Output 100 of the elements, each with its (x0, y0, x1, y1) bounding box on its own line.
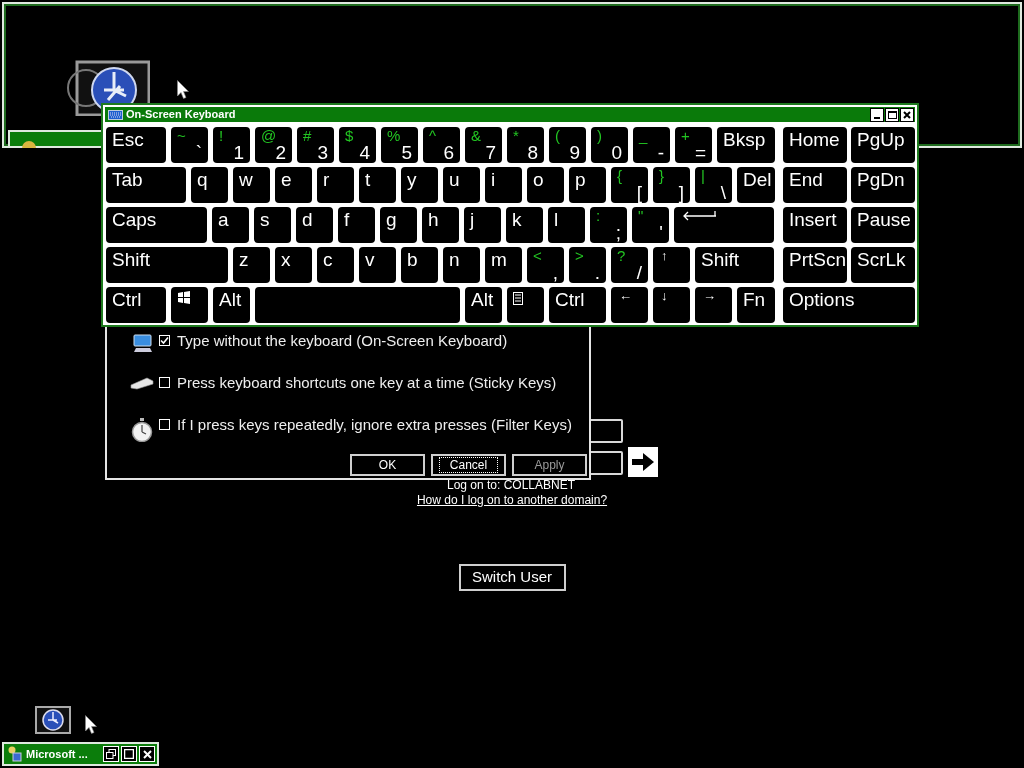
keyboard-key[interactable]: End (783, 167, 847, 203)
keyboard-key[interactable]: : ; (590, 207, 627, 243)
keyboard-key[interactable]: > . (569, 247, 606, 283)
maximize-icon[interactable] (121, 746, 137, 762)
keyboard-key[interactable] (674, 207, 774, 243)
keyboard-key[interactable]: % 5 (381, 127, 418, 163)
keyboard-key[interactable]: ( 9 (549, 127, 586, 163)
taskbar-title: Microsoft ... (26, 746, 88, 762)
keyboard-key[interactable]: < , (527, 247, 564, 283)
keyboard-key[interactable]: ! 1 (213, 127, 250, 163)
maximize-button[interactable] (885, 107, 899, 122)
checkbox[interactable] (159, 419, 170, 430)
keyboard-key[interactable]: p (569, 167, 606, 203)
minimize-button[interactable] (870, 107, 884, 122)
keyboard-key[interactable]: h (422, 207, 459, 243)
domain-help-link[interactable]: How do I log on to another domain? (416, 493, 608, 508)
keyboard-key[interactable]: i (485, 167, 522, 203)
keyboard-key[interactable]: _ - (633, 127, 670, 163)
keyboard-key[interactable]: Ctrl (549, 287, 606, 323)
keyboard-key[interactable] (171, 287, 208, 323)
keyboard-key[interactable]: n (443, 247, 480, 283)
keyboard-key[interactable]: Alt (465, 287, 502, 323)
keyboard-key[interactable]: s (254, 207, 291, 243)
keyboard-key[interactable]: e (275, 167, 312, 203)
keyboard-key[interactable]: → (695, 287, 732, 323)
keyboard-key[interactable]: x (275, 247, 312, 283)
keyboard-icon (108, 109, 123, 120)
keyboard-key[interactable]: Caps (106, 207, 207, 243)
keyboard-key[interactable]: k (506, 207, 543, 243)
keyboard-key[interactable]: o (527, 167, 564, 203)
checkbox[interactable] (159, 377, 170, 388)
keyboard-key[interactable]: t (359, 167, 396, 203)
keyboard-key[interactable]: l (548, 207, 585, 243)
keyboard-key[interactable]: q (191, 167, 228, 203)
keyboard-key[interactable]: Esc (106, 127, 166, 163)
keyboard-key[interactable]: Home (783, 127, 847, 163)
keyboard-key[interactable]: Fn (737, 287, 775, 323)
keyboard-key[interactable]: Del (737, 167, 775, 203)
keyboard-key[interactable]: ~ ` (171, 127, 208, 163)
keyboard-key[interactable]: @ 2 (255, 127, 292, 163)
dialog-button[interactable]: Cancel (431, 454, 506, 476)
stopwatch-icon (131, 418, 153, 442)
keyboard-key[interactable]: $ 4 (339, 127, 376, 163)
keyboard-key[interactable]: y (401, 167, 438, 203)
switch-user-button[interactable]: Switch User (458, 564, 566, 591)
keyboard-key[interactable]: PrtScn (783, 247, 847, 283)
keyboard-key[interactable]: d (296, 207, 333, 243)
keyboard-key[interactable]: PgUp (851, 127, 915, 163)
maximize-icon (887, 110, 897, 119)
keyboard-key[interactable]: r (317, 167, 354, 203)
computer-icon (131, 334, 153, 354)
option-label[interactable]: Press keyboard shortcuts one key at a time (Sticky Keys) (177, 374, 557, 392)
keyboard-key[interactable]: ^ 6 (423, 127, 460, 163)
keyboard-key[interactable]: ↑ (653, 247, 690, 283)
keyboard-key[interactable]: ← (611, 287, 648, 323)
keyboard-key[interactable]: | \ (695, 167, 732, 203)
keyboard-key[interactable]: Tab (106, 167, 186, 203)
restore-icon[interactable] (103, 746, 119, 762)
keyboard-key[interactable]: Options (783, 287, 915, 323)
keyboard-key[interactable]: v (359, 247, 396, 283)
keyboard-key[interactable]: Bksp (717, 127, 775, 163)
keyboard-key[interactable]: } ] (653, 167, 690, 203)
keyboard-key[interactable]: ↓ (653, 287, 690, 323)
keyboard-key[interactable]: Insert (783, 207, 847, 243)
keyboard-key[interactable]: & 7 (465, 127, 502, 163)
keyboard-key[interactable]: Ctrl (106, 287, 166, 323)
mouse-cursor-icon (177, 80, 189, 99)
dialog-button[interactable]: OK (350, 454, 425, 476)
keyboard-key[interactable]: Pause (851, 207, 915, 243)
keyboard-key[interactable]: + = (675, 127, 712, 163)
keyboard-key[interactable] (507, 287, 544, 323)
close-icon[interactable] (139, 746, 155, 762)
keyboard-key[interactable]: Alt (213, 287, 250, 323)
keyboard-key[interactable]: a (212, 207, 249, 243)
keyboard-key[interactable]: m (485, 247, 522, 283)
keyboard-key[interactable]: z (233, 247, 270, 283)
option-label[interactable]: If I press keys repeatedly, ignore extra presses (Filter Keys) (177, 416, 572, 434)
keyboard-key[interactable]: w (233, 167, 270, 203)
keyboard-key[interactable]: ScrLk (851, 247, 915, 283)
keyboard-key[interactable]: b (401, 247, 438, 283)
option-label[interactable]: Type without the keyboard (On-Screen Keyboard) (177, 332, 508, 350)
close-button[interactable] (900, 107, 914, 122)
keyboard-key[interactable]: u (443, 167, 480, 203)
keyboard-key[interactable]: { [ (611, 167, 648, 203)
keyboard-key[interactable]: g (380, 207, 417, 243)
keyboard-key[interactable]: j (464, 207, 501, 243)
keyboard-key[interactable]: f (338, 207, 375, 243)
keyboard-key[interactable]: Shift (695, 247, 774, 283)
keyboard-key[interactable]: * 8 (507, 127, 544, 163)
keyboard-key[interactable]: ) 0 (591, 127, 628, 163)
keyboard-key[interactable]: ? / (611, 247, 648, 283)
window-title: On-Screen Keyboard (126, 109, 236, 120)
keyboard-key[interactable]: " ' (632, 207, 669, 243)
keyboard-key[interactable]: c (317, 247, 354, 283)
keyboard-key[interactable]: # 3 (297, 127, 334, 163)
checkbox[interactable] (159, 335, 170, 346)
taskbar-button[interactable]: Microsoft ... (2, 742, 159, 766)
keyboard-key[interactable]: PgDn (851, 167, 915, 203)
submit-arrow-button[interactable] (628, 447, 658, 477)
keyboard-key[interactable]: Shift (106, 247, 228, 283)
